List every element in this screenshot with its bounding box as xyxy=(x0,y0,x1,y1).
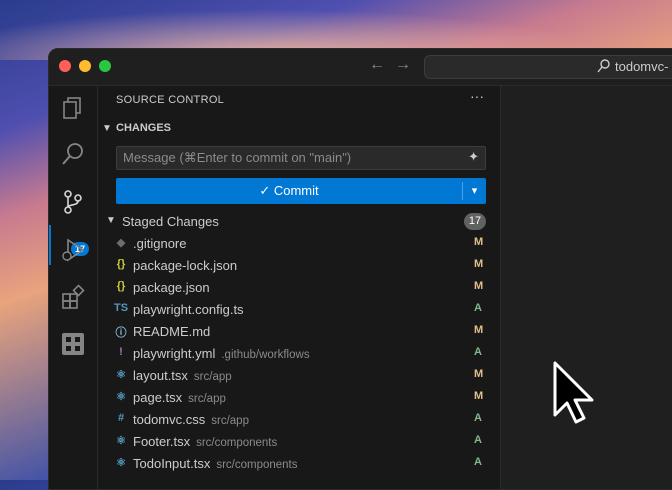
source-control-panel: SOURCE CONTROL ··· ▼ CHANGES Message (⌘En… xyxy=(98,86,501,489)
file-status: A xyxy=(474,412,482,424)
run-debug-icon[interactable] xyxy=(59,236,87,264)
active-view-indicator xyxy=(49,225,51,265)
file-dir: src/components xyxy=(216,459,298,471)
forward-arrow-icon[interactable]: → xyxy=(395,56,411,74)
file-name: Footer.tsx xyxy=(133,434,191,449)
search-icon[interactable] xyxy=(59,140,87,168)
mouse-pointer-icon xyxy=(553,361,594,424)
file-status: M xyxy=(474,368,484,380)
changes-section-header[interactable]: ▼ CHANGES xyxy=(102,122,171,134)
file-type-icon: ⚛ xyxy=(116,391,126,403)
file-type-icon: ⚛ xyxy=(116,369,126,381)
file-row[interactable]: ⚛ Footer.tsx src/components A xyxy=(98,431,500,453)
file-row[interactable]: ⓘ README.md M xyxy=(98,321,500,343)
file-dir: src/app xyxy=(211,415,249,427)
minimize-window-button[interactable] xyxy=(79,60,91,72)
file-dir: src/app xyxy=(188,393,226,405)
file-status: A xyxy=(474,456,482,468)
file-dir: .github/workflows xyxy=(221,349,310,361)
file-row[interactable]: {} package-lock.json M xyxy=(98,255,500,277)
explorer-icon[interactable] xyxy=(59,94,87,122)
back-arrow-icon[interactable]: ← xyxy=(369,56,385,74)
sparkle-icon[interactable]: ✦ xyxy=(468,149,479,165)
file-status: A xyxy=(474,346,482,358)
more-actions-icon[interactable]: ··· xyxy=(470,88,484,104)
file-status: M xyxy=(474,280,484,292)
file-status: M xyxy=(474,390,484,402)
file-status: A xyxy=(474,434,482,446)
commit-button[interactable]: ✓ Commit ▾ xyxy=(116,178,486,204)
file-status: M xyxy=(474,324,484,336)
file-row[interactable]: ⚛ page.tsx src/app M xyxy=(98,387,500,409)
file-name: layout.tsx xyxy=(133,368,188,383)
file-type-icon: ⓘ xyxy=(115,327,127,339)
file-type-icon: {} xyxy=(116,280,126,292)
file-name: package-lock.json xyxy=(133,258,238,273)
changes-header-label: CHANGES xyxy=(116,122,172,134)
file-type-icon: TS xyxy=(114,302,129,314)
file-type-icon: ! xyxy=(119,346,123,358)
remote-icon[interactable] xyxy=(59,330,87,358)
search-icon xyxy=(597,59,610,73)
file-row[interactable]: # todomvc.css src/app A xyxy=(98,409,500,431)
file-name: playwright.config.ts xyxy=(133,302,244,317)
file-type-icon: ⚛ xyxy=(116,435,126,447)
search-text: todomvc- xyxy=(615,59,669,74)
file-row[interactable]: TS playwright.config.ts A xyxy=(98,299,500,321)
file-name: .gitignore xyxy=(133,236,187,251)
source-control-icon[interactable] xyxy=(59,188,87,216)
editor-area[interactable] xyxy=(501,86,672,489)
file-name: README.md xyxy=(133,324,211,339)
commit-message-input[interactable]: Message (⌘Enter to commit on "main") ✦ xyxy=(116,146,486,170)
file-type-icon: ◆ xyxy=(116,237,126,249)
staged-changes-label: Staged Changes xyxy=(122,214,219,229)
staged-changes-header[interactable]: ▼ Staged Changes 17 xyxy=(106,212,486,232)
extensions-icon[interactable] xyxy=(59,284,87,312)
file-name: TodoInput.tsx xyxy=(133,456,211,471)
close-window-button[interactable] xyxy=(59,60,71,72)
file-name: package.json xyxy=(133,280,210,295)
file-row[interactable]: ⚛ TodoInput.tsx src/components A xyxy=(98,453,500,475)
file-name: page.tsx xyxy=(133,390,183,405)
file-row[interactable]: {} package.json M xyxy=(98,277,500,299)
activity-bar: 17 xyxy=(49,86,98,489)
file-row[interactable]: ⚛ layout.tsx src/app M xyxy=(98,365,500,387)
maximize-window-button[interactable] xyxy=(99,60,111,72)
file-name: playwright.yml xyxy=(133,346,216,361)
commit-message-placeholder: Message (⌘Enter to commit on "main") xyxy=(123,150,352,165)
chevron-down-icon: ▼ xyxy=(102,123,112,134)
chevron-down-icon: ▼ xyxy=(106,215,116,226)
file-type-icon: # xyxy=(117,412,125,424)
commit-button-label: ✓ Commit xyxy=(259,183,319,198)
staged-count-badge: 17 xyxy=(464,213,486,230)
file-dir: src/app xyxy=(193,371,232,383)
file-row[interactable]: ! playwright.yml .github/workflows A xyxy=(98,343,500,365)
command-center-search[interactable]: todomvc- xyxy=(424,55,672,79)
title-bar: ← → todomvc- xyxy=(49,49,672,86)
panel-title: SOURCE CONTROL xyxy=(116,94,225,106)
file-status: M xyxy=(474,258,484,270)
file-name: todomvc.css xyxy=(133,412,206,427)
file-status: A xyxy=(474,302,482,314)
file-type-icon: {} xyxy=(116,258,126,270)
file-type-icon: ⚛ xyxy=(116,457,126,469)
file-row[interactable]: ◆ .gitignore M xyxy=(98,233,500,255)
commit-dropdown-chevron-icon[interactable]: ▾ xyxy=(463,178,486,204)
file-dir: src/components xyxy=(196,437,278,449)
file-status: M xyxy=(474,236,484,248)
